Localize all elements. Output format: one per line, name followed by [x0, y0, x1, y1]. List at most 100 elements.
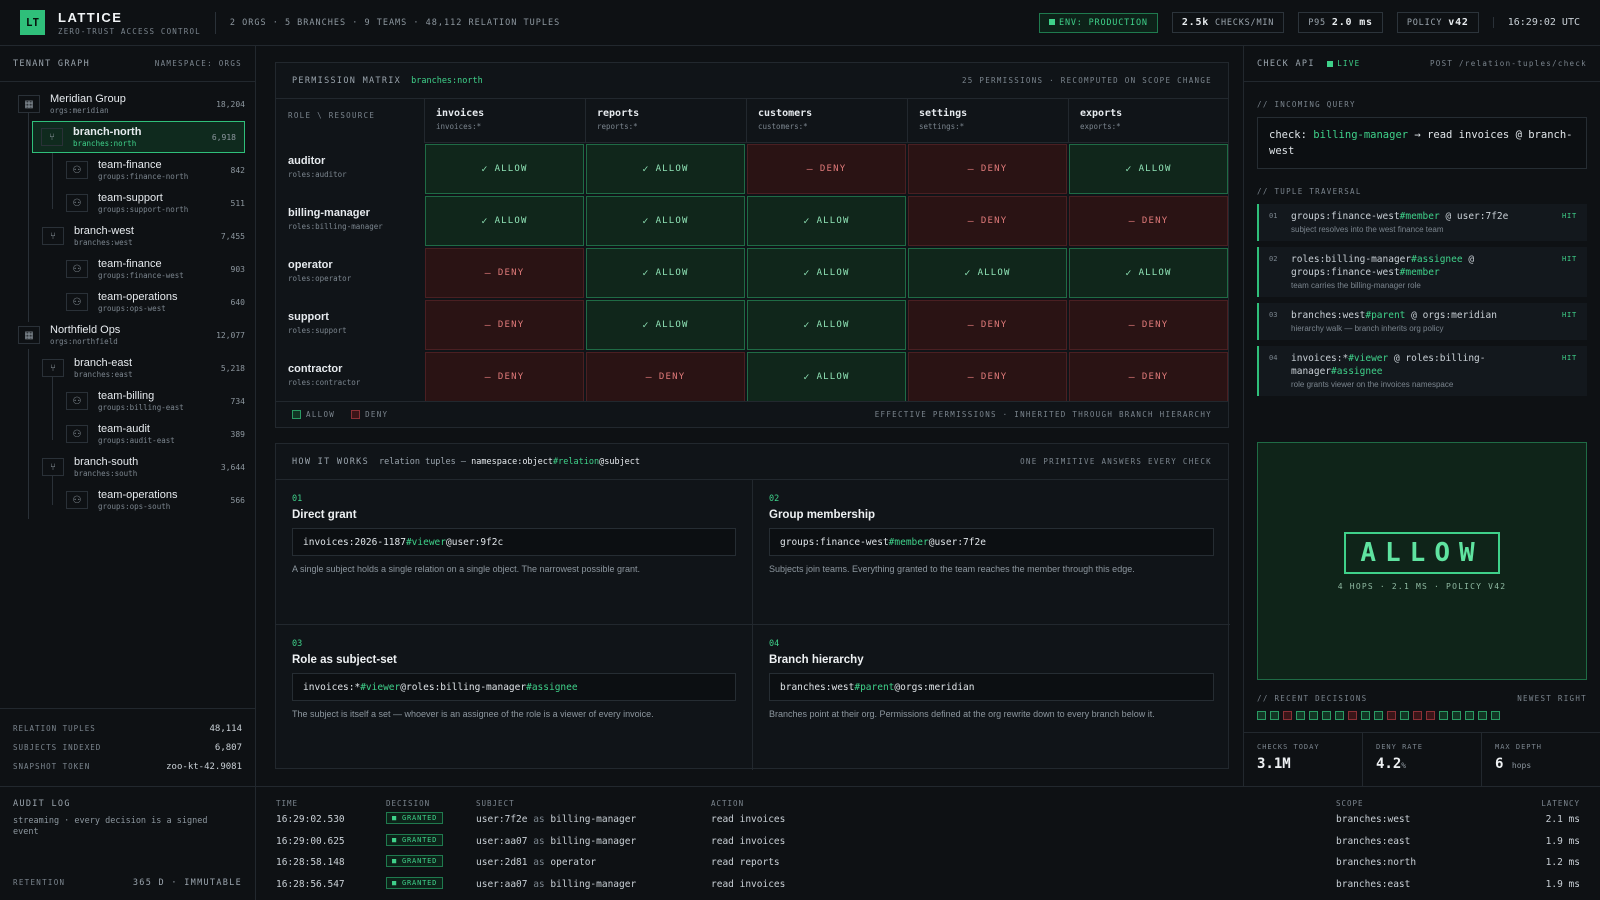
decision-allow[interactable]	[1374, 711, 1383, 720]
column-header-customers[interactable]: customers customers:*	[746, 99, 907, 143]
row-header-contractor[interactable]: contractor roles:contractor	[276, 351, 424, 403]
tree-node-namespace: branches:north	[73, 139, 137, 148]
policy-version[interactable]: POLICY v42	[1396, 12, 1479, 33]
decision-allow[interactable]	[1361, 711, 1370, 720]
decision-allow[interactable]	[1491, 711, 1500, 720]
permission-cell[interactable]: ✓ ALLOW	[586, 196, 745, 246]
team-icon: ⚇	[66, 491, 88, 509]
decision-allow[interactable]	[1309, 711, 1318, 720]
decision-allow[interactable]	[1270, 711, 1279, 720]
permission-cell[interactable]: — DENY	[1069, 196, 1228, 246]
permission-cell[interactable]: ✓ ALLOW	[1069, 144, 1228, 194]
permission-cell[interactable]: ✓ ALLOW	[747, 352, 906, 402]
permission-cell[interactable]: — DENY	[908, 352, 1067, 402]
table-row[interactable]: 16:29:02.530 ■ GRANTED user:7f2e as billin…	[256, 809, 1600, 830]
kpi-max-depth: MAX DEPTH 6 hops	[1495, 743, 1542, 772]
table-row[interactable]: 16:28:56.547 ■ GRANTED user:aa07 as billin…	[256, 874, 1600, 895]
decision-allow[interactable]	[1322, 711, 1331, 720]
decision-allow[interactable]	[1465, 711, 1474, 720]
column-header-settings[interactable]: settings settings:*	[907, 99, 1068, 143]
incoming-query[interactable]: check: billing-manager → read invoices @…	[1257, 117, 1587, 169]
tree-node-namespace: groups:billing-east	[98, 403, 184, 412]
top-bar: LT LATTICE ZERO-TRUST ACCESS CONTROL 2 O…	[0, 0, 1600, 46]
decision-allow[interactable]	[1335, 711, 1344, 720]
permission-cell[interactable]: ✓ ALLOW	[586, 144, 745, 194]
permission-cell[interactable]: ✓ ALLOW	[908, 248, 1067, 298]
tuple-relation: #viewer	[360, 681, 401, 693]
tree-node-Meridian Group[interactable]: ▦ Meridian Group orgs:meridian 18,204	[18, 88, 245, 120]
env-badge[interactable]: ENV: PRODUCTION	[1039, 12, 1158, 33]
permission-cell[interactable]: ✓ ALLOW	[425, 144, 584, 194]
row-header-operator[interactable]: operator roles:operator	[276, 247, 424, 299]
permission-cell[interactable]: — DENY	[1069, 352, 1228, 402]
permission-cell[interactable]: — DENY	[747, 144, 906, 194]
tuple-example[interactable]: groups:finance-west #member @user:7f2e	[769, 528, 1214, 556]
tree-node-namespace: orgs:meridian	[50, 106, 109, 115]
permission-cell[interactable]: ✓ ALLOW	[1069, 248, 1228, 298]
column-header-reports[interactable]: reports reports:*	[585, 99, 746, 143]
clock: 16:29:02 UTC	[1492, 17, 1580, 28]
decision-deny[interactable]	[1413, 711, 1422, 720]
tree-node-branch-south[interactable]: ⑂ branch-south branches:south 3,644	[42, 451, 245, 483]
audit-title: AUDIT LOG	[13, 799, 71, 809]
tuple-example[interactable]: invoices:2026-1187 #viewer @user:9f2c	[292, 528, 736, 556]
column-header-invoices[interactable]: invoices invoices:*	[424, 99, 585, 143]
permission-cell[interactable]: ✓ ALLOW	[586, 248, 745, 298]
permission-cell[interactable]: ✓ ALLOW	[747, 196, 906, 246]
decision-deny[interactable]	[1387, 711, 1396, 720]
permission-cell[interactable]: — DENY	[425, 248, 584, 298]
tree-node-branch-east[interactable]: ⑂ branch-east branches:east 5,218	[42, 352, 245, 384]
tree-node-team-finance[interactable]: ⚇ team-finance groups:finance-west 903	[66, 253, 245, 285]
table-row[interactable]: 16:28:58.148 ■ GRANTED user:2d81 as operat…	[256, 852, 1600, 873]
row-header-support[interactable]: support roles:support	[276, 299, 424, 351]
tuple-example[interactable]: invoices:* #viewer @roles:billing-manager #…	[292, 673, 736, 701]
tree-node-team-finance[interactable]: ⚇ team-finance groups:finance-north 842	[66, 154, 245, 186]
tree-node-namespace: orgs:northfield	[50, 337, 118, 346]
decision-deny[interactable]	[1283, 711, 1292, 720]
permission-cell[interactable]: — DENY	[425, 300, 584, 350]
tree-node-team-operations[interactable]: ⚇ team-operations groups:ops-south 566	[66, 484, 245, 516]
table-row[interactable]: 16:29:00.625 ■ GRANTED user:aa07 as billin…	[256, 831, 1600, 852]
traversal-step[interactable]: 03 branches:west#parent @ orgs:meridian hi…	[1257, 303, 1587, 340]
tree-node-branch-north[interactable]: ⑂ branch-north branches:north 6,918	[32, 121, 245, 153]
decision-deny[interactable]	[1426, 711, 1435, 720]
permission-cell[interactable]: — DENY	[586, 352, 745, 402]
permission-cell[interactable]: ✓ ALLOW	[425, 196, 584, 246]
decision-allow[interactable]	[1439, 711, 1448, 720]
permission-cell[interactable]: — DENY	[425, 352, 584, 402]
decision-badge: ■ GRANTED	[386, 876, 444, 889]
column-header-exports[interactable]: exports exports:*	[1068, 99, 1229, 143]
decision-allow[interactable]	[1478, 711, 1487, 720]
permission-cell[interactable]: — DENY	[908, 196, 1067, 246]
snapshot-token[interactable]: zoo-kt-42.9081	[166, 762, 242, 772]
tree-node-team-operations[interactable]: ⚇ team-operations groups:ops-west 640	[66, 286, 245, 318]
tree-node-Northfield Ops[interactable]: ▦ Northfield Ops orgs:northfield 12,077	[18, 319, 245, 351]
traversal-step[interactable]: 01 groups:finance-west#member @ user:7f2e…	[1257, 204, 1587, 241]
permission-cell[interactable]: — DENY	[1069, 300, 1228, 350]
decision-allow[interactable]	[1400, 711, 1409, 720]
tree-node-team-billing[interactable]: ⚇ team-billing groups:billing-east 734	[66, 385, 245, 417]
permission-cell[interactable]: — DENY	[908, 300, 1067, 350]
traversal-step[interactable]: 02 roles:billing-manager#assignee @ group…	[1257, 247, 1587, 297]
permission-cell[interactable]: — DENY	[908, 144, 1067, 194]
branch-icon: ⑂	[42, 227, 64, 245]
decision-allow[interactable]	[1257, 711, 1266, 720]
decision-deny[interactable]	[1348, 711, 1357, 720]
tree-node-team-audit[interactable]: ⚇ team-audit groups:audit-east 389	[66, 418, 245, 450]
tree-node-branch-west[interactable]: ⑂ branch-west branches:west 7,455	[42, 220, 245, 252]
tree-node-text: team-operations groups:ops-west	[98, 291, 178, 313]
decision-allow[interactable]	[1296, 711, 1305, 720]
step-note: subject resolves into the west finance t…	[1291, 225, 1444, 234]
row-header-auditor[interactable]: auditor roles:auditor	[276, 143, 424, 195]
permission-cell[interactable]: ✓ ALLOW	[586, 300, 745, 350]
tree-node-team-support[interactable]: ⚇ team-support groups:support-north 511	[66, 187, 245, 219]
row-header-billing-manager[interactable]: billing-manager roles:billing-manager	[276, 195, 424, 247]
tuple-example[interactable]: branches:west #parent @orgs:meridian	[769, 673, 1214, 701]
decision-allow[interactable]	[1452, 711, 1461, 720]
permission-cell[interactable]: ✓ ALLOW	[747, 300, 906, 350]
matrix-scope[interactable]: branches:north	[411, 76, 483, 86]
check-icon: ✓	[803, 267, 811, 279]
traversal-step[interactable]: 04 invoices:*#viewer @ roles:billing-mana…	[1257, 346, 1587, 396]
column-namespace: reports:*	[597, 122, 638, 131]
permission-cell[interactable]: ✓ ALLOW	[747, 248, 906, 298]
